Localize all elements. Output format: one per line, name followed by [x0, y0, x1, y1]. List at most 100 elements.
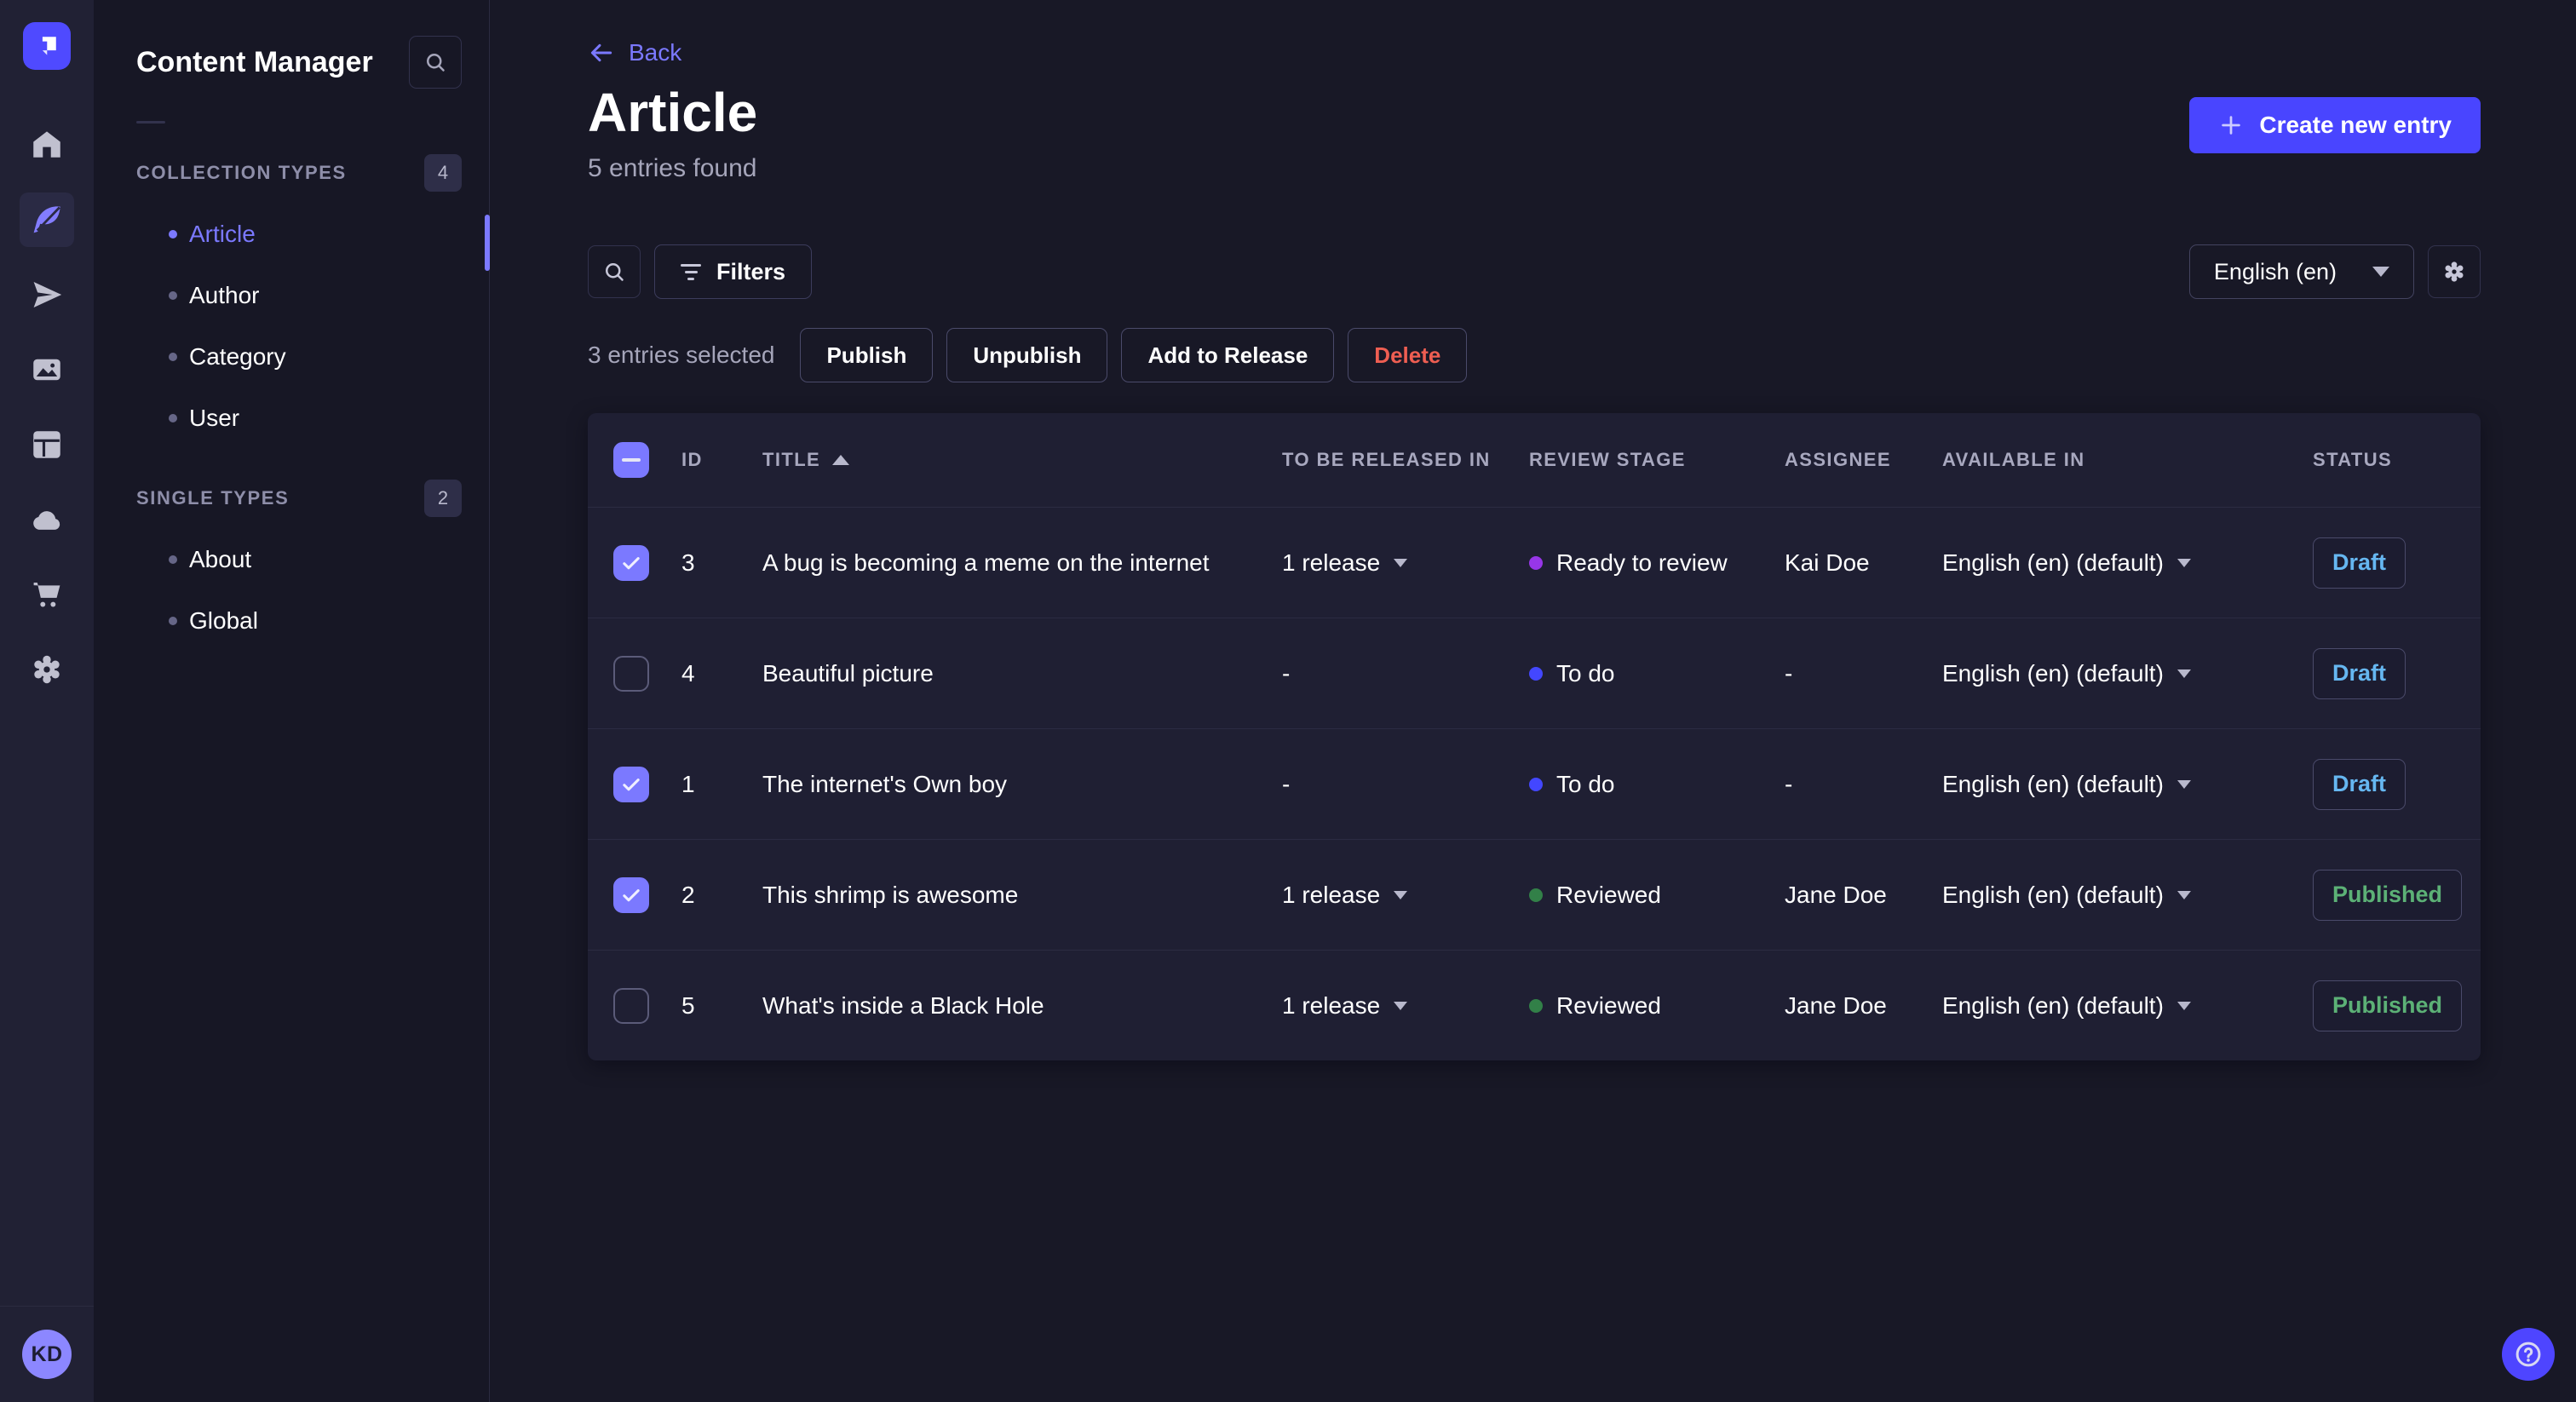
table-row[interactable]: 1 The internet's Own boy - To do - Engli…	[588, 728, 2481, 839]
cell-assignee: -	[1785, 659, 1793, 687]
table-row[interactable]: 5 What's inside a Black Hole 1 release R…	[588, 950, 2481, 1060]
nav-media-library[interactable]	[20, 342, 74, 397]
release-caret[interactable]	[1394, 890, 1408, 899]
cell-available-in: English (en) (default)	[1942, 992, 2313, 1020]
filters-button[interactable]: Filters	[654, 244, 813, 300]
search-entries-button[interactable]	[588, 245, 641, 299]
nav-marketplace[interactable]	[20, 567, 74, 622]
bullet-icon	[169, 414, 177, 422]
bullet-icon	[169, 230, 177, 238]
publish-button[interactable]: Publish	[800, 328, 934, 383]
release-caret[interactable]	[1394, 1001, 1408, 1010]
cloud-icon	[33, 511, 60, 530]
row-checkbox[interactable]	[613, 987, 649, 1024]
locale-caret[interactable]	[2176, 779, 2191, 789]
row-checkbox[interactable]	[613, 544, 649, 581]
nav-deploy[interactable]	[20, 492, 74, 547]
strapi-logo-icon	[42, 37, 56, 55]
check-icon	[623, 556, 640, 569]
locale-caret[interactable]	[2176, 890, 2191, 899]
page-title: Article	[588, 82, 758, 143]
cell-release: 1 release	[1282, 992, 1529, 1020]
nav-home[interactable]	[20, 118, 74, 172]
cell-id: 1	[681, 770, 695, 797]
release-caret[interactable]	[1394, 558, 1408, 567]
create-new-entry-button[interactable]: Create new entry	[2189, 97, 2481, 153]
check-icon	[623, 778, 640, 790]
locale-select[interactable]: English (en)	[2188, 244, 2414, 300]
column-header-status[interactable]: STATUS	[2313, 449, 2481, 471]
column-header-review-stage[interactable]: REVIEW STAGE	[1529, 449, 1785, 471]
sidebar-item-user[interactable]: User	[94, 388, 489, 449]
column-header-release[interactable]: TO BE RELEASED IN	[1282, 449, 1529, 471]
locale-caret[interactable]	[2176, 669, 2191, 678]
column-header-available-in[interactable]: AVAILABLE IN	[1942, 449, 2313, 471]
cell-release: 1 release	[1282, 549, 1529, 577]
status-badge: Published	[2313, 869, 2463, 921]
view-settings-button[interactable]	[2428, 245, 2481, 299]
nav-releases[interactable]	[20, 267, 74, 322]
locale-caret[interactable]	[2176, 558, 2191, 567]
cell-id: 3	[681, 549, 695, 576]
cell-review-stage: Reviewed	[1529, 992, 1785, 1020]
review-stage-dot	[1529, 998, 1543, 1013]
collection-types-label: COLLECTION TYPES	[136, 162, 347, 183]
entries-table: ID TITLE TO BE RELEASED IN REVIEW STAGE …	[588, 413, 2481, 1061]
sidebar-item-global[interactable]: Global	[94, 590, 489, 652]
table-row[interactable]: 2 This shrimp is awesome 1 release Revie…	[588, 839, 2481, 950]
add-to-release-button[interactable]: Add to Release	[1121, 328, 1335, 383]
help-button[interactable]	[2502, 1328, 2555, 1381]
table-row[interactable]: 4 Beautiful picture - To do - English (e…	[588, 618, 2481, 728]
gear-icon	[2445, 261, 2464, 282]
entries-count-text: 5 entries found	[588, 154, 757, 183]
sidebar-item-label: Global	[189, 607, 258, 634]
cell-review-stage: Reviewed	[1529, 882, 1785, 909]
cart-icon	[33, 583, 60, 607]
delete-button[interactable]: Delete	[1348, 328, 1468, 383]
cell-title: This shrimp is awesome	[762, 881, 1019, 908]
column-header-title[interactable]: TITLE	[762, 449, 1282, 471]
bullet-icon	[169, 353, 177, 361]
table-header-row: ID TITLE TO BE RELEASED IN REVIEW STAGE …	[588, 413, 2481, 507]
user-avatar[interactable]: KD	[22, 1330, 72, 1379]
column-header-assignee[interactable]: ASSIGNEE	[1785, 449, 1942, 471]
table-body: 3 A bug is becoming a meme on the intern…	[588, 507, 2481, 1060]
nav-content-manager[interactable]	[20, 192, 74, 247]
sidebar-item-about[interactable]: About	[94, 529, 489, 590]
row-checkbox[interactable]	[613, 766, 649, 802]
table-row[interactable]: 3 A bug is becoming a meme on the intern…	[588, 507, 2481, 618]
cell-status: Draft	[2313, 647, 2481, 699]
sidebar-item-author[interactable]: Author	[94, 265, 489, 326]
media-icon	[33, 359, 60, 381]
back-label: Back	[629, 39, 682, 66]
unpublish-button[interactable]: Unpublish	[946, 328, 1108, 383]
column-header-id[interactable]: ID	[681, 449, 762, 471]
plus-icon	[2222, 116, 2241, 135]
cell-available-in: English (en) (default)	[1942, 771, 2313, 798]
select-all-checkbox[interactable]	[613, 442, 649, 479]
cell-release: 1 release	[1282, 882, 1529, 909]
sort-ascending-icon	[832, 455, 850, 466]
feather-icon	[33, 206, 60, 233]
sidebar-item-article[interactable]: Article	[94, 204, 489, 265]
main-nav-rail: KD	[0, 0, 94, 1402]
cell-title: A bug is becoming a meme on the internet	[762, 549, 1210, 576]
nav-content-type-builder[interactable]	[20, 417, 74, 472]
back-link[interactable]: Back	[588, 39, 681, 66]
sidebar-item-category[interactable]: Category	[94, 326, 489, 388]
subnav-search-button[interactable]	[409, 36, 462, 89]
check-icon	[623, 888, 640, 901]
nav-settings[interactable]	[20, 642, 74, 697]
filters-label: Filters	[716, 258, 786, 284]
cell-status: Draft	[2313, 537, 2481, 589]
locale-caret[interactable]	[2176, 1001, 2191, 1010]
single-types-label: SINGLE TYPES	[136, 487, 290, 509]
content-manager-subnav: Content Manager COLLECTION TYPES 4 Artic…	[94, 0, 490, 1402]
row-checkbox[interactable]	[613, 655, 649, 692]
review-stage-dot	[1529, 888, 1543, 902]
cell-release: -	[1282, 770, 1291, 797]
filter-icon	[681, 263, 701, 280]
strapi-logo[interactable]	[23, 22, 71, 70]
row-checkbox[interactable]	[613, 876, 649, 913]
paper-plane-icon	[33, 281, 62, 308]
